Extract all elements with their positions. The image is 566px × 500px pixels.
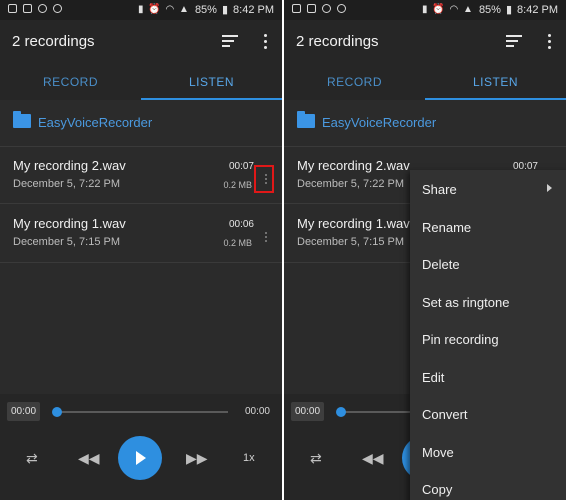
recording-name: My recording 1.wav (297, 216, 410, 231)
battery-percent: 85% (194, 3, 217, 16)
menu-item-copy[interactable]: Copy (422, 482, 452, 497)
play-button[interactable] (118, 436, 162, 480)
folder-name: EasyVoiceRecorder (322, 115, 437, 130)
notification-icons (8, 4, 62, 13)
left-screen: ▮ ⏰ ◠ ▲ 85% ▮ 8:42 PM 2 recordings RECOR… (0, 0, 282, 500)
rewind-icon[interactable]: ◀◀ (78, 450, 100, 467)
elapsed-time: 00:00 (7, 402, 41, 421)
folder-row[interactable]: EasyVoiceRecorder (0, 106, 282, 138)
context-menu: Share Rename Delete Set as ringtone Pin … (410, 170, 566, 500)
recording-duration: 00:06 (228, 219, 254, 230)
seek-thumb[interactable] (52, 407, 62, 417)
menu-item-rename[interactable]: Rename (422, 220, 471, 235)
notification-icons (292, 4, 346, 13)
sort-icon[interactable] (506, 35, 522, 49)
submenu-arrow-icon (547, 184, 552, 192)
right-screen: ▮ ⏰ ◠ ▲ 85% ▮ 8:42 PM 2 recordings RECOR… (284, 0, 566, 500)
more-options-icon[interactable] (548, 34, 552, 50)
seek-thumb[interactable] (336, 407, 346, 417)
item-menu-icon[interactable] (265, 232, 268, 243)
system-status-icons: ▮ ⏰ ◠ ▲ (422, 4, 474, 15)
folder-row[interactable]: EasyVoiceRecorder (284, 106, 566, 138)
fast-forward-icon[interactable]: ▶▶ (186, 450, 208, 467)
menu-item-share[interactable]: Share (422, 182, 457, 197)
clock: 8:42 PM (233, 3, 274, 16)
rewind-icon[interactable]: ◀◀ (362, 450, 384, 467)
recording-name: My recording 1.wav (13, 216, 126, 231)
recording-date: December 5, 7:22 PM (13, 178, 120, 190)
tab-listen[interactable]: LISTEN (141, 66, 282, 100)
page-title: 2 recordings (296, 33, 379, 50)
status-bar: ▮ ⏰ ◠ ▲ 85% ▮ 8:42 PM (0, 0, 282, 20)
folder-name: EasyVoiceRecorder (38, 115, 153, 130)
recording-size: 0.2 MB (223, 180, 252, 190)
menu-item-move[interactable]: Move (422, 445, 454, 460)
more-options-icon[interactable] (264, 34, 268, 50)
menu-item-set-as-ringtone[interactable]: Set as ringtone (422, 295, 509, 310)
system-status-icons: ▮ ⏰ ◠ ▲ (138, 4, 190, 15)
battery-percent: 85% (478, 3, 501, 16)
recording-date: December 5, 7:15 PM (297, 236, 404, 248)
recording-date: December 5, 7:22 PM (297, 178, 404, 190)
recording-size: 0.2 MB (223, 238, 252, 248)
tab-record[interactable]: RECORD (284, 66, 425, 100)
folder-icon (13, 111, 31, 128)
player-bar: 00:00 00:00 ⇄ ◀◀ ▶▶ 1x (0, 394, 282, 500)
tab-listen[interactable]: LISTEN (425, 66, 566, 100)
battery-icon: ▮ (505, 4, 513, 16)
clock: 8:42 PM (517, 3, 558, 16)
menu-item-convert[interactable]: Convert (422, 407, 468, 422)
menu-item-pin-recording[interactable]: Pin recording (422, 332, 499, 347)
repeat-icon[interactable]: ⇄ (26, 450, 38, 467)
menu-item-delete[interactable]: Delete (422, 257, 460, 272)
tab-record[interactable]: RECORD (0, 66, 141, 100)
recording-item[interactable]: My recording 1.wav December 5, 7:15 PM 0… (0, 205, 282, 263)
folder-icon (297, 111, 315, 128)
status-bar: ▮ ⏰ ◠ ▲ 85% ▮ 8:42 PM (284, 0, 566, 20)
recording-item[interactable]: My recording 2.wav December 5, 7:22 PM 0… (0, 146, 282, 204)
highlight-box (254, 165, 274, 193)
recording-name: My recording 2.wav (13, 158, 126, 173)
recording-date: December 5, 7:15 PM (13, 236, 120, 248)
tab-bar: RECORD LISTEN (284, 66, 566, 100)
app-bar: 2 recordings (0, 20, 282, 66)
playback-speed[interactable]: 1x (243, 452, 255, 464)
seek-bar[interactable] (56, 411, 228, 413)
menu-item-edit[interactable]: Edit (422, 370, 444, 385)
sort-icon[interactable] (222, 35, 238, 49)
battery-icon: ▮ (221, 4, 229, 16)
recording-duration: 00:07 (228, 161, 254, 172)
page-title: 2 recordings (12, 33, 95, 50)
elapsed-time: 00:00 (291, 402, 325, 421)
tab-bar: RECORD LISTEN (0, 66, 282, 100)
app-bar: 2 recordings (284, 20, 566, 66)
repeat-icon[interactable]: ⇄ (310, 450, 322, 467)
total-time: 00:00 (244, 406, 270, 417)
recording-name: My recording 2.wav (297, 158, 410, 173)
